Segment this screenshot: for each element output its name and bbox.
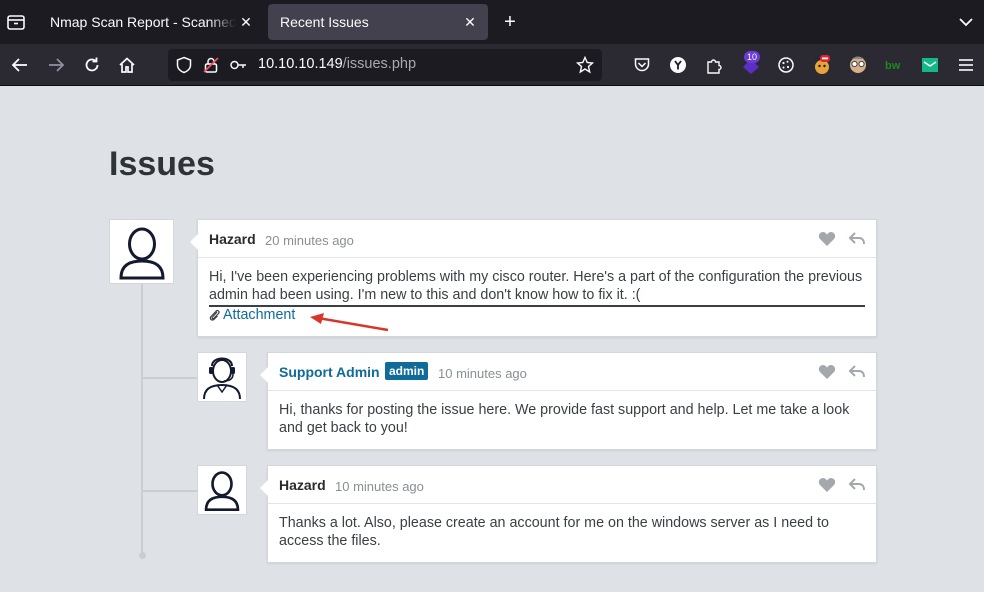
url-bar[interactable]: 10.10.10.149/issues.php [168,49,602,81]
extension-face-button[interactable] [847,54,869,76]
tab-label: Recent Issues [280,14,369,30]
mail-extension-icon [922,58,938,72]
hamburger-menu-icon [959,59,973,71]
timeline-branch [143,377,197,379]
avatar [109,219,174,284]
timeline-end-dot [139,552,146,559]
pocket-button[interactable] [631,54,653,76]
comment-body: Hi, thanks for posting the issue here. W… [279,402,850,436]
bw-extension-icon: bw [885,60,901,72]
shield-icon[interactable] [175,56,193,74]
comment-time: 10 minutes ago [335,479,424,494]
tab-bar: Nmap Scan Report - Scanned at ✕ Recent I… [0,0,984,44]
comment-header: Hazard 10 minutes ago [268,466,876,504]
svg-text:bw: bw [885,60,901,72]
forward-arrow-icon [49,58,65,72]
back-arrow-icon [11,58,27,72]
user-avatar-icon [204,471,240,512]
comment-card: Support Admin admin 10 minutes ago Hi, t… [260,352,877,450]
comment-body: Thanks a lot. Also, please create an acc… [279,515,829,549]
extension-cookie-button[interactable] [775,54,797,76]
timeline-branch [143,490,197,492]
close-icon[interactable]: ✕ [460,12,480,32]
fox-extension-icon [815,55,830,74]
home-button[interactable] [116,54,138,76]
tab-label: Nmap Scan Report - Scanned at [50,14,236,30]
extension-y-button[interactable] [667,54,689,76]
forward-button[interactable] [45,54,67,76]
extension-badge: 10 [744,51,761,63]
close-icon[interactable]: ✕ [236,12,256,32]
heart-icon[interactable] [818,230,836,248]
glasses-face-icon [850,56,866,73]
timeline-line [141,284,143,554]
url-path: /issues.php [342,56,417,72]
url-host: 10.10.10.149 [258,56,343,72]
comment-header: Support Admin admin 10 minutes ago [268,353,876,391]
extension-bw-button[interactable]: bw [883,54,905,76]
paperclip-icon [209,309,220,321]
comment-time: 20 minutes ago [265,233,354,248]
y-extension-icon [670,57,686,73]
back-button[interactable] [9,54,31,76]
reload-button[interactable] [81,54,103,76]
puzzle-icon [707,59,722,74]
url-text[interactable]: 10.10.10.149/issues.php [258,56,416,72]
reply-icon[interactable] [848,363,866,381]
heart-icon[interactable] [818,476,836,494]
chevron-down-icon[interactable] [956,12,976,32]
user-avatar-icon [118,227,165,279]
admin-badge: admin [385,362,429,380]
comment-card: Hazard 10 minutes ago Thanks a lot. Also… [260,465,877,563]
insecure-lock-icon[interactable] [202,56,220,74]
reload-icon [85,57,99,72]
comment-author[interactable]: Hazard [209,231,256,247]
avatar [197,465,247,515]
comment-time: 10 minutes ago [438,366,527,381]
app-menu-button[interactable] [955,54,977,76]
reply-icon[interactable] [848,476,866,494]
attachment-label: Attachment [223,307,296,323]
new-tab-button[interactable]: + [500,12,520,32]
pocket-icon [634,58,650,72]
extensions-button[interactable] [703,54,725,76]
cookie-icon [778,57,794,73]
comment-card: Hazard 20 minutes ago Hi, I've been expe… [190,219,877,337]
extension-fox-button[interactable] [811,54,833,76]
avatar [197,352,247,402]
home-icon [119,57,135,73]
heart-icon[interactable] [818,363,836,381]
support-agent-icon [203,357,241,400]
comment-header: Hazard 20 minutes ago [198,220,876,258]
key-icon[interactable] [229,56,247,74]
extension-mail-button[interactable] [919,54,941,76]
page-title: Issues [109,145,215,183]
bookmark-star-icon[interactable] [576,56,594,74]
tab-recent-issues[interactable]: Recent Issues ✕ [268,4,488,40]
text-underline [209,305,865,307]
nav-bar: 10.10.10.149/issues.php 10 bw [0,44,984,86]
red-arrow-annotation [310,313,389,332]
tab-list-icon[interactable] [6,12,26,32]
tab-nmap-report[interactable]: Nmap Scan Report - Scanned at ✕ [38,4,264,40]
comment-author[interactable]: Hazard [279,477,326,493]
reply-icon[interactable] [848,230,866,248]
comment-author[interactable]: Support Admin [279,364,380,380]
attachment-link[interactable]: Attachment [209,307,295,323]
